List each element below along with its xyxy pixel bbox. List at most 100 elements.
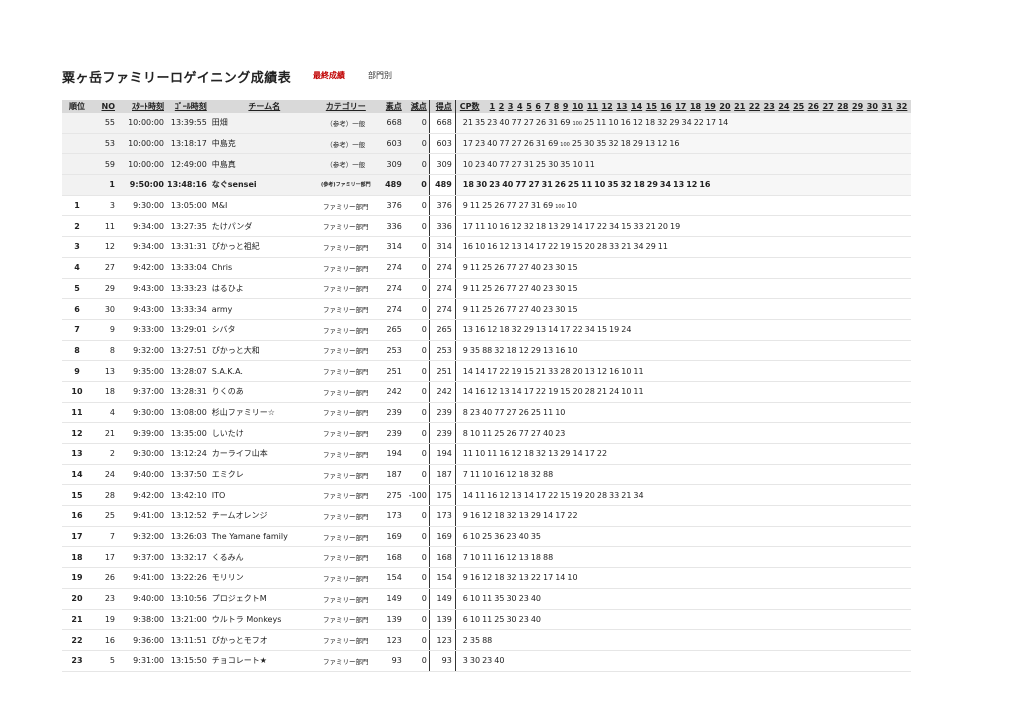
cp-header-number: 23 xyxy=(763,102,775,111)
final-score-cell: 242 xyxy=(428,381,456,403)
rank-cell: 22 xyxy=(62,629,92,651)
cp-number: 16 xyxy=(462,242,473,252)
cp-number: 21 xyxy=(596,387,608,397)
cp-number: 9 xyxy=(462,304,468,314)
penalty-cell: 0 xyxy=(404,319,430,341)
raw-score-cell: 154 xyxy=(374,567,405,589)
cp-number: 40 xyxy=(482,407,493,417)
cp-number: 32 xyxy=(657,118,668,128)
cp-number: 19 xyxy=(609,325,620,335)
cp-number: 34 xyxy=(681,118,692,128)
cp-number: 19 xyxy=(548,387,559,397)
raw-score-cell: 239 xyxy=(374,422,405,444)
cp-list-cell: 9 11 25 26 77 27 40 23 30 15 xyxy=(455,298,911,320)
cp-number: 13 xyxy=(511,490,522,500)
table-row: 23 5 9:31:00 13:15:50 チョコレート★ ファミリー部門 93 0 93 3 30… xyxy=(62,650,911,672)
penalty-cell: 0 xyxy=(404,278,430,300)
cp-number: 10 xyxy=(572,159,583,169)
start-time-cell: 9:50:00 xyxy=(119,174,167,196)
department-label: 部門別 xyxy=(368,71,392,80)
cp-header-number: 24 xyxy=(778,102,790,111)
cp-number: 17 xyxy=(462,221,473,231)
cp-number: 28 xyxy=(596,490,608,500)
cp-number: 10 xyxy=(594,180,606,190)
cp-list-cell: 17 23 40 77 27 26 31 69 100 25 30 35 32 18 29 13 12 16 xyxy=(455,133,911,155)
cp-number: 16 xyxy=(555,345,566,355)
cp-number: 29 xyxy=(560,221,571,231)
table-row: 3 12 9:34:00 13:31:31 ぴかっと祖紀 ファミリー部門 314 0 314 16… xyxy=(62,236,911,258)
cp-number: 12 xyxy=(632,118,643,128)
table-row: 12 21 9:39:00 13:35:00 しいたけ ファミリー部門 239 0 239 8 10… xyxy=(62,422,911,444)
cp-number: 32 xyxy=(523,221,534,231)
cp-number: 11 xyxy=(633,366,644,376)
final-score-cell: 194 xyxy=(428,443,456,465)
cp-number: 18 xyxy=(518,470,529,480)
penalty-cell: 0 xyxy=(404,443,430,465)
cp-number: 12 xyxy=(482,511,493,521)
team-number-cell: 9 xyxy=(92,319,119,341)
start-time-cell: 9:43:00 xyxy=(119,298,167,320)
raw-score-cell: 489 xyxy=(374,174,405,196)
table-row: 6 30 9:43:00 13:33:34 army ファミリー部門 274 0 274 9 11 2… xyxy=(62,298,911,320)
cp-number: 40 xyxy=(530,283,542,293)
cp-number: 26 xyxy=(506,428,517,438)
cp-number: 16 xyxy=(620,118,631,128)
team-number-cell: 7 xyxy=(92,526,119,548)
cp-number: 18 xyxy=(633,180,645,190)
cp-number: 22 xyxy=(548,242,559,252)
goal-time-cell: 13:12:52 xyxy=(167,505,210,527)
raw-score-cell: 603 xyxy=(374,133,405,155)
rank-cell: 16 xyxy=(62,505,92,527)
table-row: 8 8 9:32:00 13:27:51 ぴかっと大和 ファミリー部門 253 0 253 9 35… xyxy=(62,340,911,362)
table-row: 14 24 9:40:00 13:37:50 エミクレ ファミリー部門 187 0 187 7 11… xyxy=(62,464,911,486)
cp-number: 17 xyxy=(543,573,554,583)
cp-number: 16 xyxy=(699,180,711,190)
team-name-cell: チョコレート★ xyxy=(209,650,317,672)
cp-number: 18 xyxy=(462,180,474,190)
col-no: NO xyxy=(92,100,119,113)
cp-number: 17 xyxy=(535,490,547,500)
team-name-cell: 中島真 xyxy=(209,153,317,176)
start-time-cell: 9:38:00 xyxy=(119,609,167,631)
cp-number: 29 xyxy=(530,511,542,521)
cp-number: 23 xyxy=(543,283,554,293)
cp-number: 27 xyxy=(530,428,542,438)
penalty-cell: 0 xyxy=(404,236,430,258)
goal-time-cell: 13:15:50 xyxy=(167,650,210,672)
goal-time-cell: 13:27:35 xyxy=(167,215,210,238)
category-cell: ファミリー部門 xyxy=(316,236,375,258)
cp-list-cell: 9 11 25 26 77 27 40 23 30 15 xyxy=(455,278,911,300)
start-time-cell: 9:41:00 xyxy=(119,505,167,527)
category-cell: ファミリー部門 xyxy=(316,381,375,403)
rank-cell: 21 xyxy=(62,609,92,631)
cp-number: 16 xyxy=(469,511,481,521)
cp-header-number: 31 xyxy=(881,102,893,111)
cp-header-number: 26 xyxy=(807,102,819,111)
goal-time-cell: 13:11:51 xyxy=(167,629,210,651)
cp-number: 25 xyxy=(482,283,493,293)
cp-number: 25 xyxy=(584,118,595,128)
raw-score-cell: 93 xyxy=(374,650,405,672)
table-row: 21 19 9:38:00 13:21:00 ウルトラ Monkeys ファミリー部門 13… xyxy=(62,609,911,631)
cp-number: 25 xyxy=(494,614,505,624)
final-score-cell: 149 xyxy=(428,588,456,610)
cp-number: 10 xyxy=(621,366,632,376)
cp-number: 25 xyxy=(482,201,493,211)
cp-list-cell: 3 30 23 40 xyxy=(455,650,911,672)
cp-list-cell: 13 16 12 18 32 29 13 14 17 22 34 15 19 24 xyxy=(455,319,911,341)
category-cell: ファミリー部門 xyxy=(316,340,375,362)
penalty-cell: 0 xyxy=(404,505,430,527)
cp-number: 25 xyxy=(494,428,505,438)
cp-number: 34 xyxy=(633,242,644,252)
cp-number: 69 xyxy=(543,201,554,211)
cp-header-number: 13 xyxy=(616,102,628,111)
cp-number: 27 xyxy=(518,283,529,293)
penalty-cell: 0 xyxy=(404,526,430,548)
final-score-cell: 239 xyxy=(428,402,456,424)
cp-number: 11 xyxy=(487,449,498,459)
cp-number: 11 xyxy=(462,449,473,459)
cp-number: 14 xyxy=(548,325,559,335)
cp-number: 23 xyxy=(506,532,517,542)
raw-score-cell: 668 xyxy=(374,113,405,134)
cp-header-number: 11 xyxy=(586,102,598,111)
